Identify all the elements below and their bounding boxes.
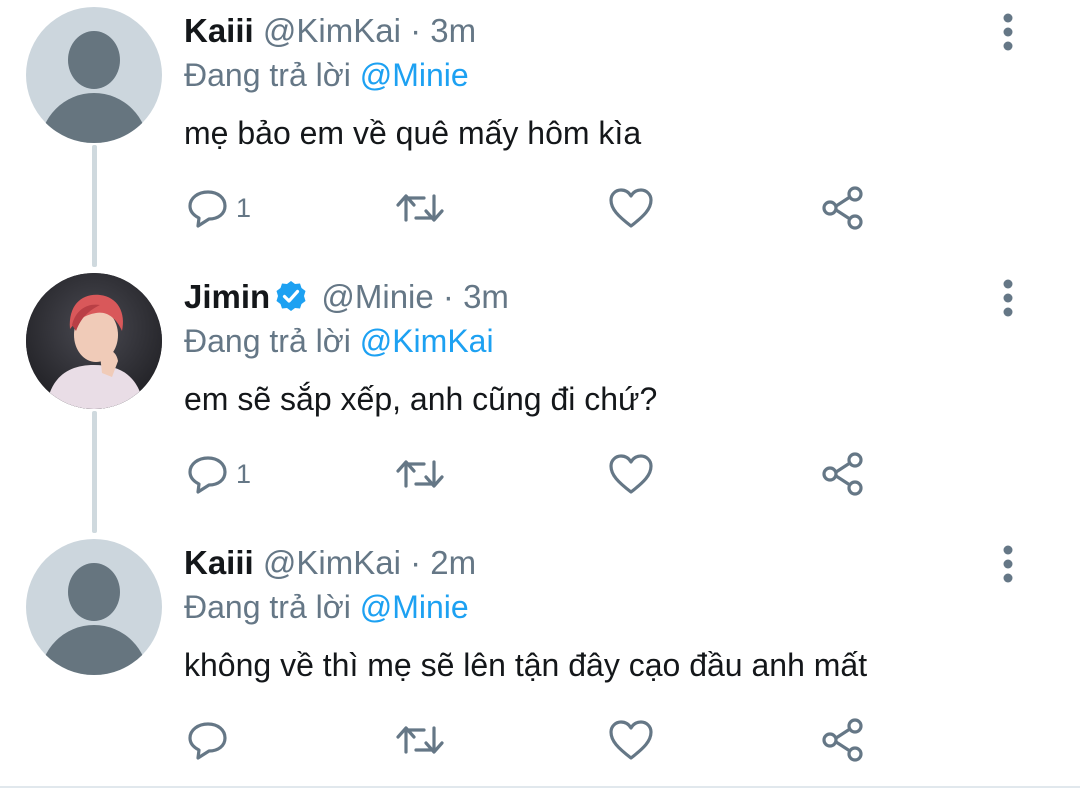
more-options-icon[interactable] <box>992 12 1024 52</box>
heart-icon <box>609 454 653 494</box>
retweet-icon <box>396 460 444 488</box>
replying-to: Đang trả lời @Minie <box>184 586 469 628</box>
replying-to-handle[interactable]: @Minie <box>360 57 469 93</box>
default-avatar-icon <box>68 563 120 621</box>
like-button[interactable] <box>608 180 654 236</box>
user-handle[interactable]: @Minie <box>321 278 433 315</box>
reply-button[interactable]: 1 <box>186 446 251 502</box>
timestamp[interactable]: 3m <box>430 12 476 49</box>
heart-icon <box>609 720 653 760</box>
display-name[interactable]: Jimin <box>184 278 270 315</box>
avatar[interactable] <box>26 273 162 409</box>
share-button[interactable] <box>820 180 866 236</box>
avatar[interactable] <box>26 7 162 143</box>
more-options-icon[interactable] <box>992 278 1024 318</box>
like-button[interactable] <box>608 446 654 502</box>
user-handle[interactable]: @KimKai <box>263 544 401 581</box>
separator: · <box>410 12 422 49</box>
share-icon <box>822 718 863 762</box>
timestamp[interactable]: 2m <box>430 544 476 581</box>
retweet-button[interactable] <box>394 446 446 502</box>
tweet[interactable]: Kaiii @KimKai · 3m Đang trả lời @Minie m… <box>0 0 1080 266</box>
retweet-button[interactable] <box>394 180 446 236</box>
divider <box>0 786 1080 788</box>
share-icon <box>822 186 863 230</box>
tweet-header: Kaiii @KimKai · 2m <box>184 542 476 584</box>
share-button[interactable] <box>820 712 866 768</box>
retweet-button[interactable] <box>394 712 446 768</box>
retweet-icon <box>396 194 444 222</box>
timestamp[interactable]: 3m <box>463 278 509 315</box>
reply-button[interactable]: 1 <box>186 180 251 236</box>
reply-icon <box>188 456 227 494</box>
reply-icon <box>188 722 227 760</box>
display-name[interactable]: Kaiii <box>184 544 254 581</box>
replying-to: Đang trả lời @Minie <box>184 54 469 96</box>
reply-count: 1 <box>236 458 252 489</box>
heart-icon <box>609 188 653 228</box>
user-handle[interactable]: @KimKai <box>263 12 401 49</box>
share-button[interactable] <box>820 446 866 502</box>
tweet-text: mẹ bảo em về quê mấy hôm kìa <box>184 115 642 151</box>
avatar[interactable] <box>26 539 162 675</box>
tweet[interactable]: Jimin @Minie · 3m Đang trả lời @KimKai e… <box>0 266 1080 532</box>
replying-to-label: Đang trả lời <box>184 57 351 93</box>
profile-photo <box>26 273 162 409</box>
tweet-text: em sẽ sắp xếp, anh cũng đi chứ? <box>184 381 658 417</box>
replying-to-handle[interactable]: @Minie <box>360 589 469 625</box>
tweet-actions <box>0 712 1080 768</box>
reply-icon <box>188 190 227 228</box>
separator: · <box>410 544 422 581</box>
tweet-actions: 1 <box>0 446 1080 502</box>
verified-badge-icon <box>274 279 308 323</box>
replying-to-label: Đang trả lời <box>184 589 351 625</box>
reply-count: 1 <box>236 192 252 223</box>
separator: · <box>442 278 454 315</box>
tweet-header: Jimin @Minie · 3m <box>184 276 509 323</box>
share-icon <box>822 452 863 496</box>
reply-button[interactable] <box>186 712 236 768</box>
tweet-text: không về thì mẹ sẽ lên tận đây cạo đầu a… <box>184 647 868 683</box>
default-avatar-icon <box>68 31 120 89</box>
replying-to: Đang trả lời @KimKai <box>184 320 494 362</box>
display-name[interactable]: Kaiii <box>184 12 254 49</box>
more-options-icon[interactable] <box>992 544 1024 584</box>
retweet-icon <box>396 726 444 754</box>
replying-to-label: Đang trả lời <box>184 323 351 359</box>
replying-to-handle[interactable]: @KimKai <box>360 323 494 359</box>
tweet-actions: 1 <box>0 180 1080 236</box>
tweet-header: Kaiii @KimKai · 3m <box>184 10 476 52</box>
tweet[interactable]: Kaiii @KimKai · 2m Đang trả lời @Minie k… <box>0 532 1080 798</box>
like-button[interactable] <box>608 712 654 768</box>
